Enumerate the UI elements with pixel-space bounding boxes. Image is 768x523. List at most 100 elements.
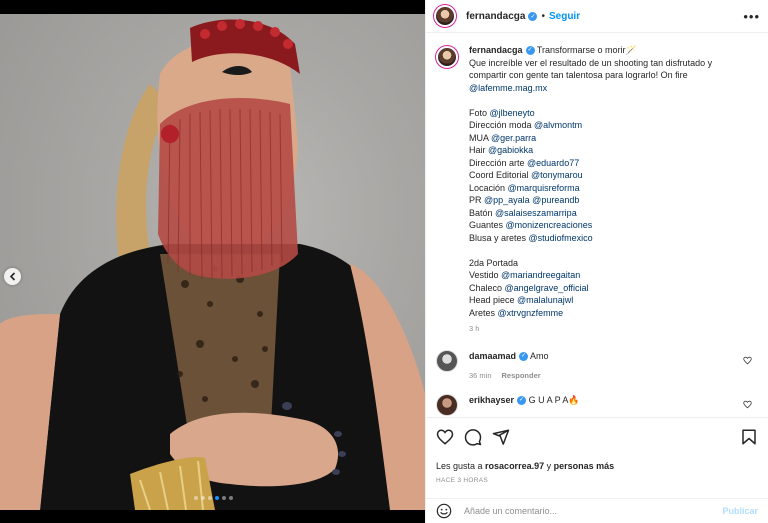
caption-text: Locación <box>469 182 508 193</box>
mention-link[interactable]: @alvmontm <box>534 120 582 130</box>
post-image <box>0 19 425 510</box>
separator-dot: • <box>541 10 545 22</box>
caption-line: PR @pp_ayala @pureandb <box>469 194 754 207</box>
verified-badge-icon: ✓ <box>525 46 535 56</box>
likes-summary: Les gusta a rosacorrea.97 y personas más <box>436 461 758 471</box>
comment-text: G U A P A🔥 <box>528 394 580 405</box>
bookmark-icon[interactable] <box>740 428 758 446</box>
caption-line: Hair @gabiokka <box>469 144 754 157</box>
caption-line: MUA @ger.parra <box>469 132 754 145</box>
comment-item: erikhayser ✓ G U A P A🔥 <box>436 393 756 416</box>
post-timestamp[interactable]: HACE 3 HORAS <box>436 477 758 484</box>
carousel-prev-button[interactable] <box>4 268 21 285</box>
follow-button[interactable]: Seguir <box>549 11 580 22</box>
mention-link[interactable]: @lafemme.mag.mx <box>469 83 547 93</box>
caption-line: Chaleco @angelgrave_official <box>469 282 754 295</box>
caption-line: Locación @marquisreforma <box>469 182 754 195</box>
more-horizontal-icon[interactable]: ••• <box>743 9 760 24</box>
mention-link[interactable]: @marquisreforma <box>508 183 580 193</box>
comment-text: Amo <box>530 350 549 361</box>
publish-button[interactable]: Publicar <box>722 506 758 516</box>
caption-line: 2da Portada <box>469 257 519 268</box>
send-icon[interactable] <box>492 428 510 446</box>
comment-item: damaamad ✓ Amo 36 min Responder <box>436 349 756 382</box>
caption-text: Batón <box>469 207 496 218</box>
caption-line: Que increíble ver el resultado de un sho… <box>469 57 713 68</box>
caption-line: Blusa y aretes @studiofmexico <box>469 232 754 245</box>
reply-button[interactable]: Responder <box>502 371 541 380</box>
caption-line: @lafemme.mag.mx <box>469 82 754 95</box>
carousel-dot <box>194 496 198 500</box>
mention-link[interactable]: @tonymarou <box>531 170 583 180</box>
caption-line: fernandacga ✓ Transformarse o morir🪄 <box>469 44 754 57</box>
comment-username[interactable]: erikhayser <box>469 395 514 405</box>
comment-username[interactable]: damaamad <box>469 351 516 361</box>
commenter-avatar[interactable] <box>436 393 458 416</box>
caption-line: Head piece @malalunajwl <box>469 294 754 307</box>
caption-line: compartir con gente tan talentosa para l… <box>469 70 688 80</box>
mention-link[interactable]: @angelgrave_official <box>505 283 589 293</box>
post-header: fernandacga ✓ • Seguir ••• <box>426 0 768 33</box>
caption-text: Transformarse o morir🪄 <box>536 45 637 55</box>
mention-link[interactable]: @jlbeneyto <box>490 108 535 118</box>
caption-line: Batón @salaiseszamarripa <box>469 207 754 220</box>
comment-meta: 36 min Responder <box>469 370 549 382</box>
caption-line: Aretes @xtrvgnzfemme <box>469 307 754 320</box>
mention-link[interactable]: @salaiseszamarripa <box>495 208 577 218</box>
comment-like-heart-icon[interactable] <box>743 356 752 365</box>
mention-link[interactable]: @gabiokka <box>488 145 533 155</box>
caption-line: Vestido @mariandreegaitan <box>469 269 754 282</box>
verified-badge-icon: ✓ <box>528 11 538 21</box>
caption-text: Coord Editorial <box>469 170 532 180</box>
likes-others-link[interactable]: personas más <box>554 461 615 471</box>
heart-icon[interactable] <box>436 428 454 446</box>
mention-link[interactable]: @eduardo77 <box>527 158 579 168</box>
carousel-dot-active <box>215 496 219 500</box>
comment-time[interactable]: 36 min <box>469 371 492 380</box>
caption-text: PR <box>469 195 485 205</box>
caption-body: fernandacga ✓ Transformarse o morir🪄 Que … <box>469 44 754 336</box>
post-modal: fernandacga ✓ • Seguir ••• fernandacga ✓ … <box>0 0 768 523</box>
add-comment-bar: Publicar <box>426 498 768 523</box>
comment-input[interactable] <box>464 506 723 516</box>
mention-link[interactable]: @malalunajwl <box>517 295 573 305</box>
mention-link[interactable]: @mariandreegaitan <box>501 270 580 280</box>
caption-time[interactable]: 3 h <box>469 323 754 336</box>
caption-line: Dirección arte @eduardo77 <box>469 157 754 170</box>
author-username[interactable]: fernandacga <box>466 11 525 22</box>
comment-like-heart-icon[interactable] <box>743 400 752 409</box>
author-avatar[interactable] <box>433 4 457 28</box>
caption-text: Guantes <box>469 220 506 230</box>
comment-body: damaamad ✓ Amo 36 min Responder <box>469 350 549 382</box>
caption-text: Blusa y aretes <box>469 232 529 243</box>
likes-prefix: Les gusta a <box>436 461 486 471</box>
likes-user-link[interactable]: rosacorrea.97 <box>485 461 544 471</box>
caption-line: Guantes @monizencreaciones <box>469 219 754 232</box>
caption-text: Aretes <box>469 307 498 318</box>
chevron-left-icon <box>9 272 16 281</box>
carousel-dot <box>229 496 233 500</box>
emoji-icon[interactable] <box>436 503 452 519</box>
mention-link[interactable]: @monizencreaciones <box>506 220 593 230</box>
mention-link[interactable]: @pp_ayala @pureandb <box>484 195 579 205</box>
comments-list[interactable]: fernandacga ✓ Transformarse o morir🪄 Que … <box>426 34 768 417</box>
commenter-avatar[interactable] <box>436 349 458 372</box>
carousel-indicator <box>194 496 233 500</box>
action-bar: Les gusta a rosacorrea.97 y personas más… <box>426 417 768 484</box>
carousel-dot <box>201 496 205 500</box>
caption-text: Head piece <box>469 295 518 305</box>
caption-line: Coord Editorial @tonymarou <box>469 169 754 182</box>
caption-avatar[interactable] <box>435 45 459 69</box>
post-photo[interactable] <box>0 14 425 510</box>
mention-link[interactable]: @xtrvgnzfemme <box>498 308 564 318</box>
caption-text: Chaleco <box>469 282 505 293</box>
comment-icon[interactable] <box>464 428 482 446</box>
likes-middle: y <box>544 461 554 471</box>
caption-username[interactable]: fernandacga <box>469 45 523 55</box>
carousel-dot <box>222 496 226 500</box>
caption-line: Dirección moda @alvmontm <box>469 119 754 132</box>
caption-text: Dirección arte <box>469 157 528 168</box>
mention-link[interactable]: @ger.parra <box>491 133 536 143</box>
mention-link[interactable]: @studiofmexico <box>529 233 593 243</box>
